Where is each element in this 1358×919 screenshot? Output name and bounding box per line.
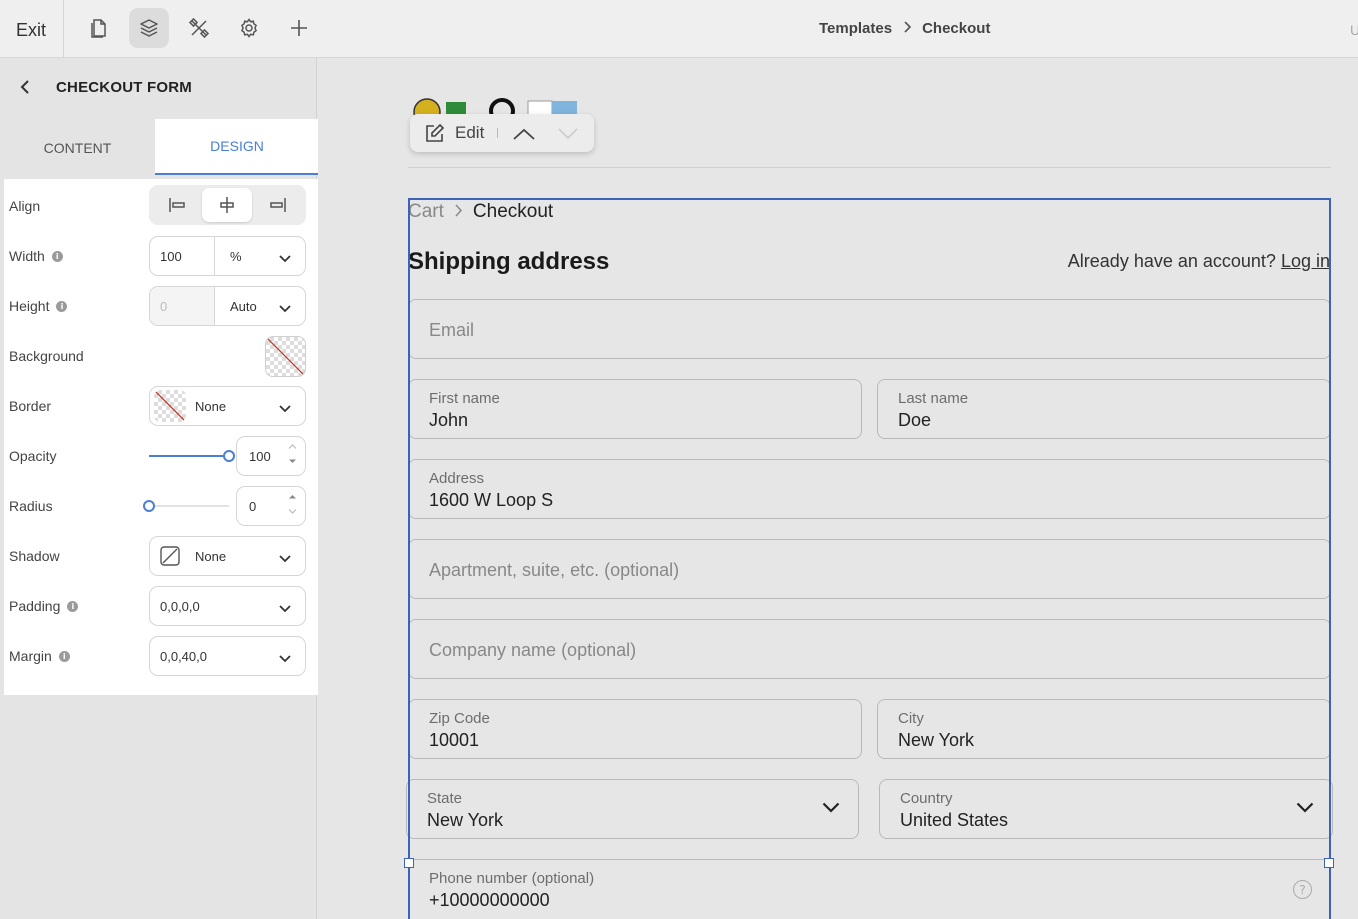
width-label: Width i [9, 248, 63, 264]
info-icon: i [56, 300, 68, 312]
resize-handle[interactable] [404, 858, 414, 868]
pages-icon[interactable] [79, 8, 119, 48]
edit-pencil-icon[interactable] [424, 123, 445, 149]
design-properties: Align Width i 100 % Height i 0 Auto Back… [4, 179, 319, 695]
height-row: Height i 0 Auto [4, 281, 319, 331]
padding-label: Padding i [9, 598, 79, 614]
background-color-swatch[interactable] [265, 336, 306, 377]
radius-input[interactable]: 0 [236, 486, 306, 526]
chevron-down-icon[interactable] [279, 251, 291, 266]
height-label: Height i [9, 298, 68, 314]
padding-select[interactable]: 0,0,0,0 [149, 586, 306, 626]
move-down-icon[interactable] [558, 127, 578, 145]
margin-label: Margin i [9, 648, 70, 664]
shadow-row: Shadow None [4, 531, 319, 581]
border-row: Border None [4, 381, 319, 431]
width-unit-select[interactable]: % [230, 249, 242, 264]
align-segmented-control [149, 185, 306, 225]
align-row: Align [4, 181, 319, 231]
shadow-select[interactable]: None [149, 536, 306, 576]
stepper-arrows[interactable] [288, 494, 297, 514]
editor-canvas: Edit Cart Checkout Shipping address Alre… [318, 58, 1358, 919]
chevron-down-icon[interactable] [279, 301, 291, 316]
border-label: Border [9, 398, 52, 414]
tools-icon[interactable] [179, 8, 219, 48]
radius-row: Radius 0 [4, 481, 319, 531]
breadcrumb: Templates Checkout [819, 20, 990, 37]
plus-icon[interactable] [279, 8, 319, 48]
height-unit-select[interactable]: Auto [230, 299, 257, 314]
shadow-label: Shadow [9, 548, 60, 564]
background-row: Background [4, 331, 319, 381]
margin-row: Margin i 0,0,40,0 [4, 631, 319, 681]
settings-gear-icon[interactable] [229, 8, 269, 48]
width-row: Width i 100 % [4, 231, 319, 281]
tab-design[interactable]: DESIGN [155, 119, 319, 175]
truncated-label: U [1350, 22, 1358, 38]
exit-button[interactable]: Exit [16, 20, 46, 41]
align-label: Align [9, 198, 41, 214]
chevron-down-icon [279, 551, 291, 566]
border-color-swatch [154, 390, 186, 422]
panel-title: CHECKOUT FORM [56, 79, 192, 96]
edit-button[interactable]: Edit [455, 123, 484, 143]
properties-panel: CHECKOUT FORM CONTENT DESIGN Align Width… [0, 58, 319, 919]
info-icon: i [67, 600, 79, 612]
chevron-down-icon [279, 651, 291, 666]
height-input[interactable]: 0 [160, 299, 167, 314]
radius-slider-handle[interactable] [143, 500, 155, 512]
chevron-down-icon [279, 601, 291, 616]
selection-outline [408, 198, 1331, 919]
resize-handle[interactable] [1324, 858, 1334, 868]
margin-select[interactable]: 0,0,40,0 [149, 636, 306, 676]
align-center-button[interactable] [202, 188, 252, 222]
height-control: 0 Auto [149, 286, 306, 326]
layers-icon[interactable] [129, 8, 169, 48]
align-left-button[interactable] [152, 188, 202, 222]
width-control: 100 % [149, 236, 306, 276]
opacity-slider[interactable] [149, 450, 235, 462]
align-right-button[interactable] [253, 188, 303, 222]
move-up-icon[interactable] [513, 127, 535, 145]
opacity-input[interactable]: 100 [236, 436, 306, 476]
toolbar-divider [63, 0, 64, 57]
tab-content[interactable]: CONTENT [0, 120, 155, 176]
breadcrumb-checkout: Checkout [922, 20, 991, 37]
chevron-right-icon [902, 20, 912, 37]
opacity-slider-handle[interactable] [223, 450, 235, 462]
chevron-down-icon [279, 401, 291, 416]
edit-toolbar: Edit [410, 114, 594, 152]
width-input[interactable]: 100 [160, 249, 182, 264]
info-icon: i [51, 250, 63, 262]
radius-label: Radius [9, 498, 53, 514]
stepper-arrows[interactable] [288, 444, 297, 464]
shadow-none-icon [160, 546, 180, 569]
top-toolbar: Exit Templates Checkout U [0, 0, 1358, 58]
border-select[interactable]: None [149, 386, 306, 426]
padding-row: Padding i 0,0,0,0 [4, 581, 319, 631]
breadcrumb-templates[interactable]: Templates [819, 20, 892, 37]
back-chevron-icon[interactable] [18, 79, 32, 100]
opacity-label: Opacity [9, 448, 57, 464]
opacity-row: Opacity 100 [4, 431, 319, 481]
radius-slider[interactable] [143, 500, 229, 512]
background-label: Background [9, 348, 84, 364]
divider [408, 167, 1331, 168]
info-icon: i [58, 650, 70, 662]
